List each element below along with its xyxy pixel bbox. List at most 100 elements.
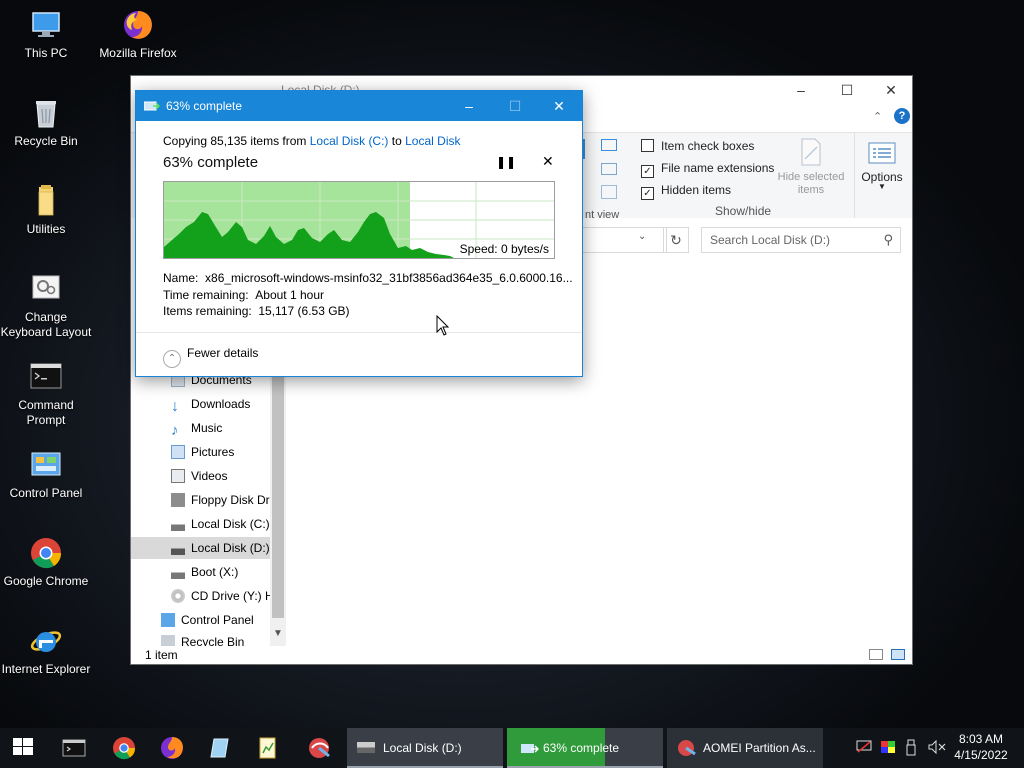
partition-tool-icon (309, 738, 330, 758)
desktop-icon-recycle-bin[interactable]: Recycle Bin (0, 96, 92, 149)
nav-item-downloads[interactable]: ↓ Downloads (171, 393, 250, 415)
large-icons-view-icon[interactable] (891, 649, 905, 660)
taskbar-chrome[interactable] (110, 734, 140, 762)
maximize-button[interactable]: ☐ (824, 76, 870, 104)
details-view-icon[interactable] (869, 649, 883, 660)
hidden-items-toggle[interactable]: ✓ Hidden items (641, 183, 731, 203)
nav-label: Videos (191, 469, 228, 483)
chrome-icon (113, 737, 136, 760)
close-button[interactable]: ✕ (536, 91, 582, 121)
desktop-icon-firefox[interactable]: Mozilla Firefox (92, 8, 184, 61)
taskbar-button-copy-progress[interactable]: 63% complete (507, 728, 663, 768)
to-word: to (388, 134, 406, 148)
desktop-icon-utilities[interactable]: Utilities (0, 184, 92, 237)
internet-explorer-icon (29, 624, 63, 658)
item-check-boxes-toggle[interactable]: Item check boxes (641, 139, 754, 159)
desktop-icon-label: Mozilla Firefox (99, 46, 177, 60)
desktop-icon-google-chrome[interactable]: Google Chrome (0, 536, 92, 589)
hide-selected-items-button[interactable]: Hide selected items (771, 137, 851, 197)
desktop-icon-control-panel[interactable]: Control Panel (0, 448, 92, 501)
search-input[interactable]: Search Local Disk (D:) ⚲ (701, 227, 901, 253)
taskbar-button-local-disk-d[interactable]: Local Disk (D:) (347, 728, 503, 768)
control-panel-icon (161, 613, 175, 627)
nav-item-floppy-disk[interactable]: Floppy Disk Dri (171, 489, 272, 511)
nav-label: Local Disk (C:) (191, 517, 270, 531)
terminal-icon (62, 739, 86, 757)
nav-item-recycle-bin[interactable]: Recycle Bin (161, 631, 244, 646)
display-settings-icon[interactable] (880, 740, 896, 754)
refresh-icon[interactable]: ↻ (663, 227, 689, 253)
taskbar-firefox[interactable] (158, 734, 188, 762)
nav-item-music[interactable]: ♪ Music (171, 417, 222, 439)
copying-prefix: Copying 85,135 items from (163, 134, 310, 148)
address-bar[interactable] (571, 227, 667, 253)
network-icon[interactable] (856, 740, 872, 754)
time-remaining-row: Time remaining: About 1 hour (163, 288, 324, 302)
spreadsheet-icon (259, 737, 276, 759)
nav-label: Local Disk (D:) (191, 541, 270, 555)
taskbar-button-label: AOMEI Partition As... (703, 741, 816, 755)
computer-icon (29, 8, 63, 42)
minimize-button[interactable]: – (446, 91, 492, 121)
help-icon[interactable]: ? (894, 108, 910, 124)
download-arrow-icon: ↓ (171, 398, 179, 415)
close-button[interactable]: ✕ (868, 76, 914, 104)
checkbox[interactable] (641, 139, 654, 152)
nav-scrollbar[interactable]: ▼ (270, 366, 286, 646)
cancel-icon[interactable]: ✕ (542, 153, 554, 170)
copy-icon (144, 101, 160, 111)
nav-item-boot-x[interactable]: Boot (X:) (171, 561, 238, 583)
speed-readout: Speed: 0 bytes/s (459, 242, 549, 256)
scrollbar-thumb[interactable] (272, 368, 284, 618)
transfer-speed-graph: Speed: 0 bytes/s (163, 181, 555, 259)
checkbox-checked[interactable]: ✓ (641, 165, 654, 178)
desktop-icon-this-pc[interactable]: This PC (0, 8, 92, 61)
options-button[interactable]: Options ▼ (857, 141, 907, 191)
desktop-icon-label: Utilities (26, 222, 66, 236)
chevron-down-icon[interactable]: ⌄ (638, 231, 646, 242)
items-value: 15,117 (6.53 GB) (258, 304, 350, 318)
source-link[interactable]: Local Disk (C:) (310, 134, 389, 148)
taskbar-button-aomei[interactable]: AOMEI Partition As... (667, 728, 823, 768)
pause-icon[interactable]: ❚❚ (496, 155, 516, 169)
start-button[interactable] (10, 734, 40, 762)
nav-item-control-panel[interactable]: Control Panel (161, 609, 254, 631)
nav-item-videos[interactable]: Videos (171, 465, 227, 487)
chevron-down-icon[interactable]: ▼ (273, 628, 283, 639)
nav-item-cd-drive-y[interactable]: CD Drive (Y:) H (171, 585, 274, 607)
minimize-button[interactable]: – (778, 76, 824, 104)
taskbar-notepad[interactable] (206, 734, 236, 762)
taskbar-partition-tool[interactable] (304, 734, 334, 762)
columns-icon[interactable] (601, 185, 617, 199)
maximize-button: ☐ (508, 98, 522, 114)
clock[interactable]: 8:03 AM 4/15/2022 (944, 731, 1018, 763)
checkbox-checked[interactable]: ✓ (641, 187, 654, 200)
destination-link[interactable]: Local Disk (405, 134, 460, 148)
nav-item-local-disk-d[interactable]: Local Disk (D:) (131, 537, 270, 559)
nav-item-local-disk-c[interactable]: Local Disk (C:) (171, 513, 270, 535)
dialog-titlebar[interactable]: 63% complete – ☐ ✕ (136, 91, 582, 121)
desktop-icon-label: Internet Explorer (1, 662, 91, 676)
desktop-icon-internet-explorer[interactable]: Internet Explorer (0, 624, 92, 677)
clock-date: 4/15/2022 (954, 748, 1008, 762)
nav-label: Downloads (191, 397, 251, 411)
copy-progress-dialog[interactable]: 63% complete – ☐ ✕ Copying 85,135 items … (135, 90, 583, 377)
taskbar-document-tool[interactable] (254, 734, 284, 762)
taskbar: Local Disk (D:) 63% complete AOMEI Parti… (0, 728, 1024, 768)
desktop-icon-command-prompt[interactable]: Command Prompt (0, 360, 92, 428)
sort-icon[interactable] (601, 139, 617, 151)
fewer-details-button[interactable]: ⌃ Fewer details (163, 346, 258, 368)
percent-complete-heading: 63% complete (163, 154, 259, 171)
desktop-icon-label-line2: Keyboard Layout (0, 325, 92, 339)
group-icon[interactable] (601, 163, 617, 175)
taskbar-command-prompt[interactable] (60, 734, 90, 762)
divider (136, 332, 582, 333)
partition-tool-icon (678, 740, 696, 756)
desktop-icon-change-keyboard-layout[interactable]: Change Keyboard Layout (0, 272, 92, 340)
nav-item-pictures[interactable]: Pictures (171, 441, 234, 463)
file-name-extensions-toggle[interactable]: ✓ File name extensions (641, 161, 774, 181)
items-label: Items remaining: (163, 304, 252, 318)
nav-label: Music (191, 421, 223, 435)
usb-device-icon[interactable] (906, 739, 916, 756)
collapse-ribbon-icon[interactable]: ⌃ (873, 110, 882, 123)
